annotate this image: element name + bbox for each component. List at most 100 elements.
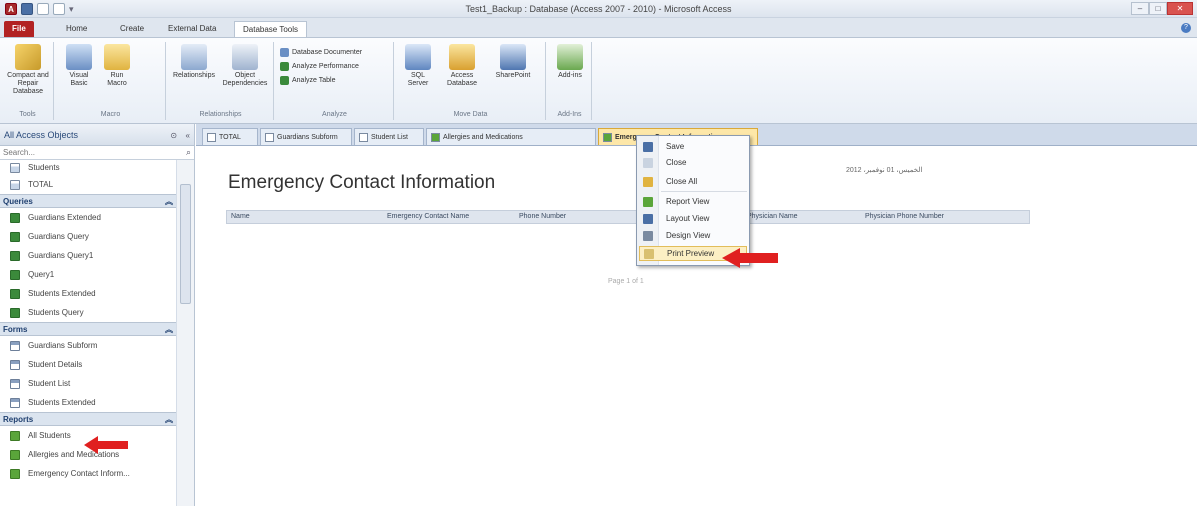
nav-item-label: Students Query bbox=[28, 308, 84, 317]
nav-item-form[interactable]: Student Details bbox=[0, 355, 177, 374]
add-ins-icon bbox=[557, 44, 583, 70]
page-number: Page 1 of 1 bbox=[608, 278, 644, 285]
nav-item-label: Guardians Query1 bbox=[28, 251, 94, 260]
compact-repair-button[interactable]: Compact and Repair Database bbox=[4, 44, 52, 96]
print-preview-icon bbox=[644, 248, 654, 259]
nav-item-query[interactable]: Guardians Query1 bbox=[0, 246, 177, 265]
nav-item-form[interactable]: Guardians Subform bbox=[0, 336, 177, 355]
nav-item-query[interactable]: Students Extended bbox=[0, 284, 177, 303]
doc-tab-guardians-subform[interactable]: Guardians Subform bbox=[260, 128, 352, 145]
analyze-table-button[interactable]: Analyze Table bbox=[280, 76, 335, 85]
ribbon-tab-row: File Home Create External Data Database … bbox=[0, 18, 1197, 38]
nav-item-report[interactable]: Emergency Contact Inform... bbox=[0, 464, 177, 483]
database-documenter-button[interactable]: Database Documenter bbox=[280, 48, 362, 57]
ribbon: Compact and Repair Database Tools Visual… bbox=[0, 38, 1197, 124]
save-icon bbox=[643, 141, 653, 152]
help-icon[interactable]: ? bbox=[1181, 23, 1191, 33]
minimize-button[interactable]: – bbox=[1131, 2, 1149, 15]
menu-item-save[interactable]: Save bbox=[639, 139, 747, 154]
search-icon[interactable]: ⌕ bbox=[186, 147, 191, 158]
nav-item-label: Emergency Contact Inform... bbox=[28, 469, 130, 478]
column-header: Physician Phone Number bbox=[865, 213, 944, 220]
form-icon bbox=[359, 132, 368, 142]
nav-pane-title: All Access Objects bbox=[4, 129, 79, 140]
nav-search-input[interactable] bbox=[3, 148, 163, 157]
menu-item-label: Save bbox=[666, 142, 685, 151]
menu-item-close-all[interactable]: Close All bbox=[639, 174, 747, 189]
nav-item-table[interactable]: Students bbox=[0, 160, 177, 175]
nav-item-label: Students bbox=[28, 163, 60, 172]
menu-item-label: Close All bbox=[666, 177, 698, 186]
nav-scroll-thumb[interactable] bbox=[180, 184, 191, 304]
group-label-relationships: Relationships bbox=[199, 111, 242, 118]
window-title: Test1_Backup : Database (Access 2007 - 2… bbox=[465, 4, 732, 14]
doc-tab-student-list[interactable]: Student List bbox=[354, 128, 424, 145]
nav-item-query[interactable]: Guardians Query bbox=[0, 227, 177, 246]
nav-menu-chevron-icon[interactable]: ⊙ bbox=[170, 131, 177, 140]
tab-external-data[interactable]: External Data bbox=[160, 21, 224, 37]
run-macro-button[interactable]: Run Macro bbox=[102, 44, 132, 88]
collapse-chevron-icon: ︽ bbox=[165, 196, 173, 206]
relationships-label: Relationships bbox=[172, 72, 216, 79]
group-label-analyze: Analyze bbox=[322, 111, 347, 118]
menu-separator bbox=[661, 191, 747, 192]
window-controls: – □ ✕ bbox=[1131, 2, 1193, 15]
maximize-button[interactable]: □ bbox=[1149, 2, 1167, 15]
group-label-macro: Macro bbox=[100, 111, 121, 118]
database-documenter-label: Database Documenter bbox=[292, 49, 363, 56]
nav-item-query[interactable]: Guardians Extended bbox=[0, 208, 177, 227]
nav-item-label: Students Extended bbox=[28, 398, 96, 407]
visual-basic-button[interactable]: Visual Basic bbox=[64, 44, 94, 88]
nav-group-reports[interactable]: Reports ︽ bbox=[0, 412, 177, 426]
nav-group-label: Reports bbox=[3, 414, 34, 424]
nav-item-form[interactable]: Student List bbox=[0, 374, 177, 393]
visual-basic-icon bbox=[66, 44, 92, 70]
menu-item-layout-view[interactable]: Layout View bbox=[639, 211, 747, 226]
shutter-bar-close-icon[interactable]: « bbox=[186, 131, 190, 140]
nav-item-table[interactable]: TOTAL bbox=[0, 175, 177, 194]
sql-server-icon bbox=[405, 44, 431, 70]
tab-home[interactable]: Home bbox=[58, 21, 95, 37]
report-icon bbox=[10, 449, 20, 460]
menu-item-label: Report View bbox=[666, 197, 710, 206]
relationships-button[interactable]: Relationships bbox=[172, 44, 216, 80]
collapse-chevron-icon: ︽ bbox=[165, 324, 173, 334]
menu-item-close[interactable]: Close bbox=[639, 155, 747, 170]
access-database-button[interactable]: Access Database bbox=[440, 44, 484, 88]
object-dependencies-button[interactable]: Object Dependencies bbox=[220, 44, 270, 88]
close-icon bbox=[643, 157, 653, 168]
nav-scrollbar[interactable] bbox=[176, 160, 194, 506]
compact-repair-icon bbox=[15, 44, 41, 70]
nav-item-form[interactable]: Students Extended bbox=[0, 393, 177, 412]
sharepoint-button[interactable]: SharePoint bbox=[490, 44, 536, 80]
menu-item-report-view[interactable]: Report View bbox=[639, 194, 747, 209]
tab-context-menu: Save Close Close All Report View Layout … bbox=[636, 135, 750, 266]
doc-tab-allergies[interactable]: Allergies and Medications bbox=[426, 128, 596, 145]
nav-item-query[interactable]: Query1 bbox=[0, 265, 177, 284]
annotation-arrow-reports bbox=[84, 436, 128, 454]
column-header: Physician Name bbox=[747, 213, 798, 220]
sql-server-button[interactable]: SQL Server bbox=[400, 44, 436, 88]
nav-item-label: All Students bbox=[28, 431, 71, 440]
analyze-performance-button[interactable]: Analyze Performance bbox=[280, 62, 359, 71]
query-icon bbox=[10, 250, 20, 261]
sharepoint-label: SharePoint bbox=[495, 72, 531, 79]
tab-database-tools[interactable]: Database Tools bbox=[234, 21, 307, 37]
table-icon bbox=[207, 132, 216, 142]
nav-pane-header[interactable]: All Access Objects ⊙ « bbox=[0, 124, 194, 146]
add-ins-button[interactable]: Add-ins bbox=[552, 44, 588, 80]
nav-item-label: Guardians Query bbox=[28, 232, 89, 241]
access-database-label: Access Database bbox=[447, 72, 477, 87]
doc-tab-total[interactable]: TOTAL bbox=[202, 128, 258, 145]
tab-file[interactable]: File bbox=[4, 21, 34, 37]
ribbon-group-analyze: Database Documenter Analyze Performance … bbox=[276, 42, 394, 120]
tab-create[interactable]: Create bbox=[112, 21, 152, 37]
menu-item-design-view[interactable]: Design View bbox=[639, 228, 747, 243]
nav-item-query[interactable]: Students Query bbox=[0, 303, 177, 322]
nav-item-label: Guardians Extended bbox=[28, 213, 101, 222]
close-button[interactable]: ✕ bbox=[1167, 2, 1193, 15]
nav-group-forms[interactable]: Forms ︽ bbox=[0, 322, 177, 336]
nav-group-queries[interactable]: Queries ︽ bbox=[0, 194, 177, 208]
ribbon-group-add-ins: Add-ins Add-Ins bbox=[548, 42, 592, 120]
doc-tab-label: Guardians Subform bbox=[277, 133, 338, 141]
